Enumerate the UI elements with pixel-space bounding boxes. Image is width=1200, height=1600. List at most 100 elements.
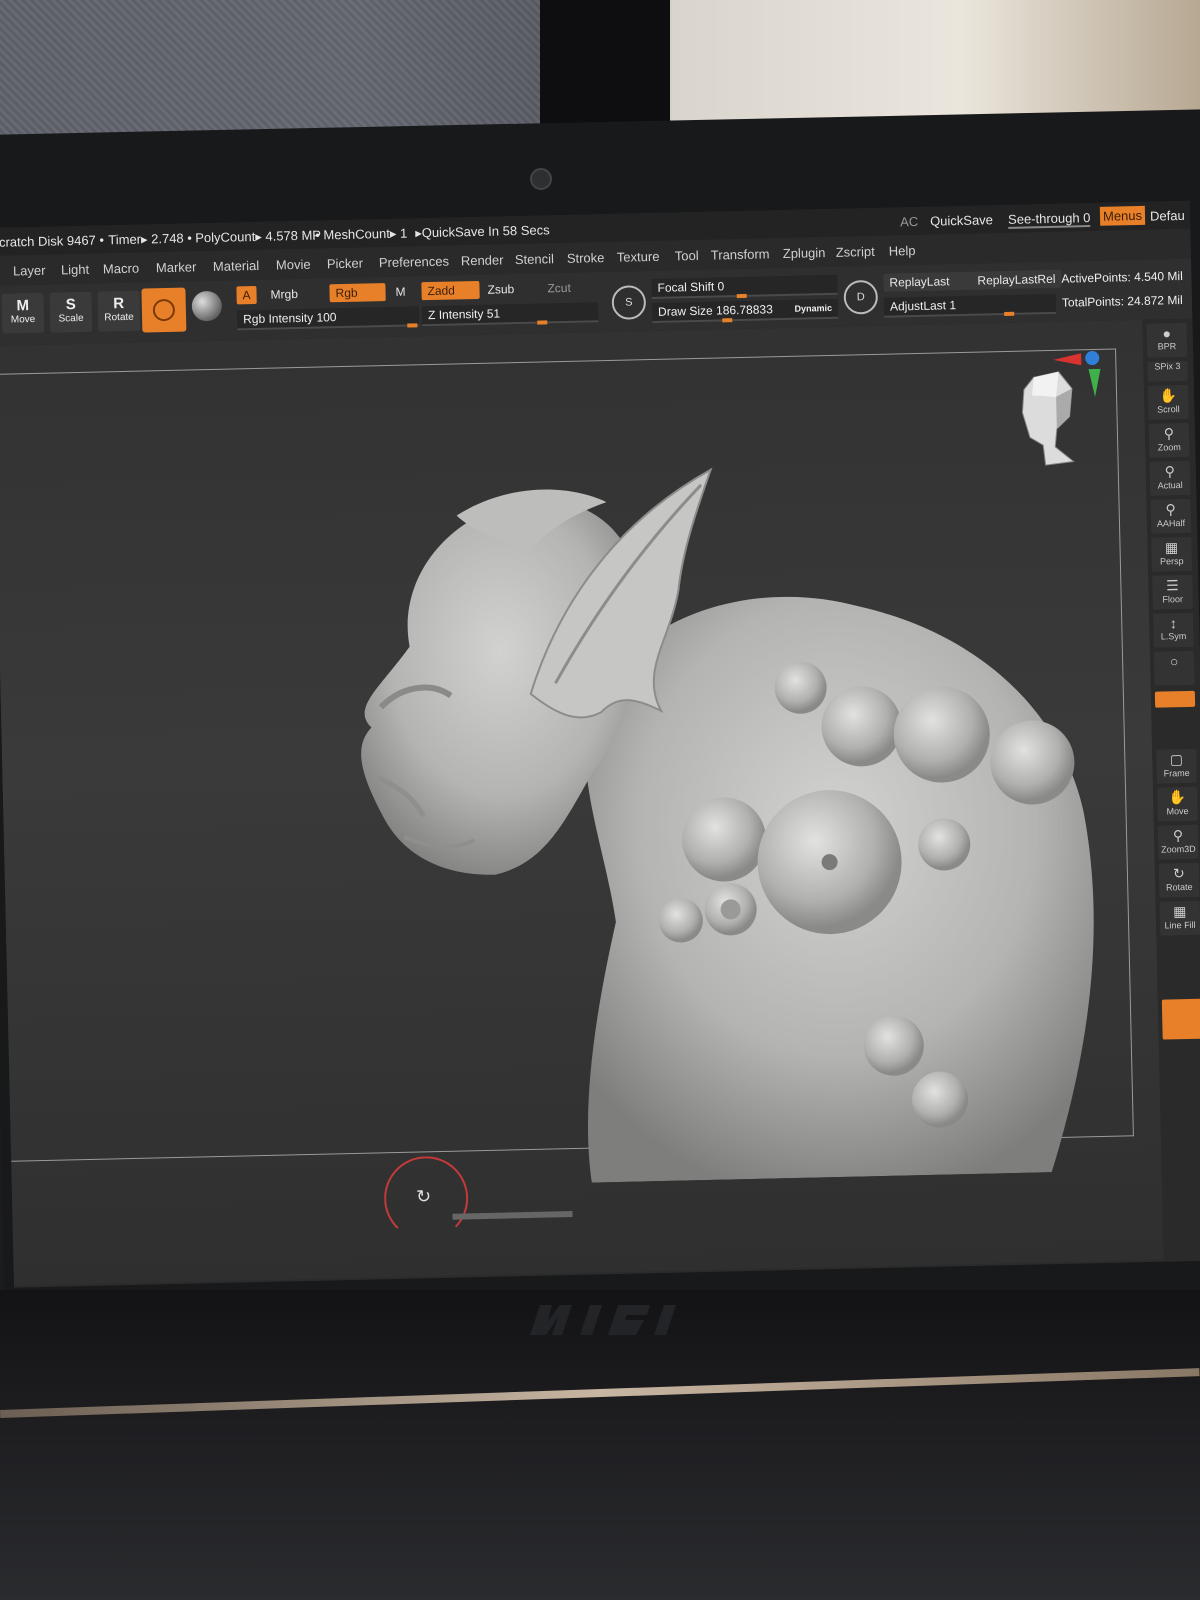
bpr-button[interactable]: ● BPR: [1146, 322, 1188, 358]
replay-last-rel-button[interactable]: ReplayLastRel: [971, 269, 1062, 290]
menu-stroke[interactable]: Stroke: [567, 250, 605, 266]
brush-circle-icon: [152, 298, 176, 322]
total-points-readout: TotalPoints: 24.872 Mil: [1061, 292, 1183, 310]
zsub-toggle[interactable]: Zsub: [481, 280, 520, 299]
stroke-d-icon[interactable]: D: [843, 279, 879, 315]
zoom3d-button[interactable]: ⚲ Zoom3D: [1157, 824, 1199, 860]
slider-knob[interactable]: [1004, 311, 1015, 317]
menu-picker[interactable]: Picker: [327, 256, 363, 272]
rotate-view-button[interactable]: ↻ Rotate: [1158, 862, 1200, 898]
actual-button[interactable]: ⚲ Actual: [1149, 460, 1191, 496]
see-through-slider[interactable]: See-through 0: [1007, 210, 1091, 229]
material-sphere-icon[interactable]: [191, 290, 223, 322]
spix-slider[interactable]: SPix 3: [1147, 360, 1188, 382]
a-toggle[interactable]: A: [236, 285, 257, 305]
document-viewport[interactable]: ↻: [0, 319, 1164, 1286]
m-toggle[interactable]: M: [389, 282, 411, 300]
quicksave-timer: ▸QuickSave In 58 Secs: [415, 222, 550, 241]
quicksave-button[interactable]: QuickSave: [930, 212, 993, 228]
focal-shift-label: Focal Shift 0: [657, 279, 725, 295]
frame-button[interactable]: ▢ Frame: [1156, 748, 1197, 784]
menu-preferences[interactable]: Preferences: [379, 254, 449, 271]
default-script-button[interactable]: Defau: [1150, 208, 1185, 224]
slider-knob[interactable]: [407, 323, 418, 328]
menu-texture[interactable]: Texture: [617, 249, 660, 265]
focal-shift-slider[interactable]: Focal Shift 0: [651, 274, 838, 300]
solo-toggle[interactable]: [1161, 998, 1200, 1040]
move-label: Move: [10, 313, 36, 326]
z-intensity-label: Z Intensity 51: [427, 306, 501, 323]
persp-label: Persp: [1159, 556, 1184, 567]
scroll-button[interactable]: ✋ Scroll: [1147, 384, 1189, 420]
menu-marker[interactable]: Marker: [156, 259, 197, 275]
menu-help[interactable]: Help: [889, 243, 916, 259]
menu-movie[interactable]: Movie: [276, 257, 311, 273]
persp-button[interactable]: ▦ Persp: [1151, 536, 1193, 572]
menu-transform[interactable]: Transform: [711, 246, 770, 262]
bpr-label: BPR: [1157, 341, 1177, 352]
menu-render[interactable]: Render: [461, 252, 504, 268]
polyframe-icon: ▦: [1173, 903, 1187, 920]
magnifier-icon: ⚲: [1163, 425, 1175, 442]
mrgb-toggle[interactable]: Mrgb: [264, 285, 304, 304]
frame-icon: ▢: [1169, 751, 1184, 768]
frame-label: Frame: [1163, 767, 1190, 779]
menu-zplugin[interactable]: Zplugin: [783, 245, 826, 261]
rotate-button[interactable]: R Rotate: [97, 290, 141, 332]
replay-last-button[interactable]: ReplayLast: [883, 271, 974, 292]
timer-readout: Timer▸ 2.748 •: [108, 230, 193, 248]
slider-knob[interactable]: [722, 318, 733, 323]
viewport-scroll-handle[interactable]: [452, 1211, 573, 1220]
menu-macro[interactable]: Macro: [103, 261, 139, 277]
rotate-icon[interactable]: ↻: [416, 1186, 432, 1207]
slider-knob[interactable]: [537, 320, 548, 325]
dynamic-toggle[interactable]: Dynamic: [794, 299, 832, 318]
zbrush-screen: Scratch Disk 9467 • Timer▸ 2.748 • PolyC…: [0, 200, 1200, 1288]
adjust-last-slider[interactable]: AdjustLast 1: [883, 293, 1057, 318]
hand-icon: ✋: [1168, 789, 1187, 806]
webcam: [530, 168, 552, 190]
xpose-button[interactable]: ○: [1153, 650, 1195, 686]
rgb-intensity-label: Rgb Intensity 100: [242, 310, 337, 327]
menu-zscript[interactable]: Zscript: [836, 244, 875, 260]
line-fill-label: Line Fill: [1164, 919, 1196, 931]
menu-tool[interactable]: Tool: [675, 248, 699, 264]
zcut-toggle[interactable]: Zcut: [541, 279, 577, 298]
rgb-toggle[interactable]: Rgb: [329, 283, 386, 303]
stroke-s-icon[interactable]: S: [611, 285, 647, 320]
draw-mode-button[interactable]: [141, 287, 187, 333]
polycount-readout: PolyCount▸ 4.578 MP: [195, 227, 322, 246]
line-fill-button[interactable]: ▦ Line Fill: [1159, 900, 1200, 936]
zoom-button[interactable]: ⚲ Zoom: [1148, 422, 1190, 458]
ac-label[interactable]: AC: [900, 214, 918, 229]
move-view-button[interactable]: ✋ Move: [1156, 786, 1198, 822]
transp-toggle[interactable]: [1154, 690, 1196, 708]
move-button[interactable]: M Move: [1, 292, 45, 334]
axis-y-icon: [1088, 368, 1102, 398]
aahalf-button[interactable]: ⚲ AAHalf: [1150, 498, 1192, 534]
symmetry-icon: ↕: [1169, 615, 1177, 632]
sculpted-creature-model[interactable]: [335, 431, 1112, 1188]
slider-knob[interactable]: [736, 293, 747, 299]
rotate-label: Rotate: [104, 311, 134, 324]
menu-material[interactable]: Material: [213, 258, 260, 274]
draw-size-slider[interactable]: Draw Size 186.78833 Dynamic: [651, 298, 839, 323]
zadd-toggle[interactable]: Zadd: [421, 280, 480, 301]
move-view-label: Move: [1166, 805, 1189, 817]
lsym-button[interactable]: ↕ L.Sym: [1153, 612, 1194, 648]
magnifier-icon: ⚲: [1165, 501, 1176, 518]
zoom-label: Zoom: [1157, 442, 1181, 453]
z-intensity-slider[interactable]: Z Intensity 51: [421, 302, 599, 327]
menu-layer[interactable]: Layer: [13, 263, 46, 279]
floor-button[interactable]: ☰ Floor: [1152, 574, 1193, 610]
menu-light[interactable]: Light: [61, 262, 90, 278]
menus-toggle[interactable]: Menus: [1099, 205, 1146, 226]
zoom3d-label: Zoom3D: [1161, 843, 1196, 855]
lsym-label: L.Sym: [1160, 630, 1187, 642]
menu-stencil[interactable]: Stencil: [515, 251, 554, 267]
rgb-intensity-slider[interactable]: Rgb Intensity 100: [236, 306, 420, 331]
floor-icon: ☰: [1165, 577, 1179, 594]
move-icon: M: [16, 297, 30, 315]
scale-button[interactable]: S Scale: [49, 291, 93, 333]
spix-label: SPix 3: [1154, 361, 1181, 372]
